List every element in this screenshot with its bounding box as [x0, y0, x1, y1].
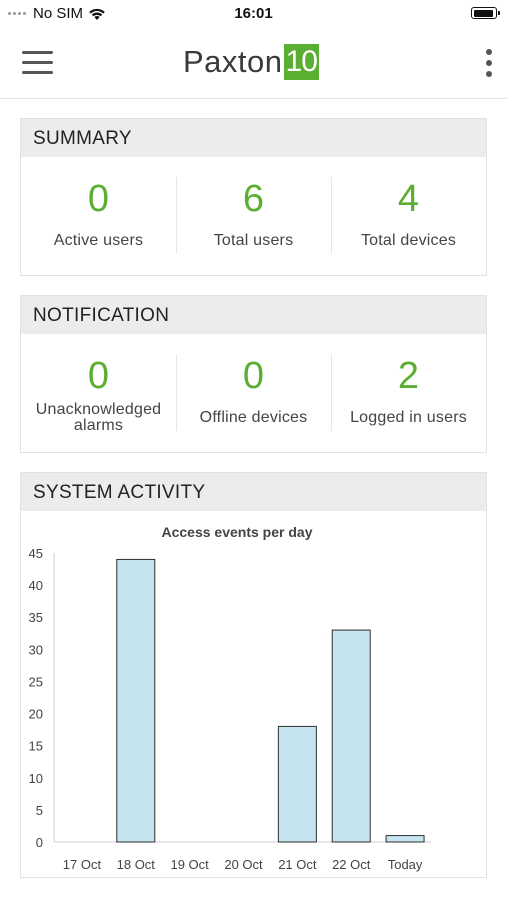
x-tick-label: 18 Oct [117, 857, 156, 872]
stat-value: 4 [397, 178, 420, 220]
stat-label: Logged in users [350, 409, 467, 426]
stat-value: 0 [242, 355, 265, 397]
y-tick-label: 30 [29, 642, 43, 657]
paxton-logo: Paxton 10 [183, 44, 319, 80]
stat-active-users[interactable]: 0 Active users [21, 157, 176, 274]
chart-title: Access events per day [162, 524, 313, 540]
stat-label: Offline devices [199, 409, 308, 426]
bar [331, 629, 371, 843]
stat-value: 2 [397, 355, 420, 397]
logo-text: Paxton [183, 44, 283, 79]
system-activity-card: SYSTEM ACTIVITY Access events per day 0 5 1… [20, 472, 487, 878]
stat-unacknowledged-alarms[interactable]: 0 Unacknowledged alarms [21, 334, 176, 451]
y-tick-label: 25 [29, 674, 43, 689]
menu-button[interactable] [22, 50, 54, 76]
stat-value: 0 [87, 355, 110, 397]
stat-label: Unacknowledged alarms [35, 401, 162, 434]
kebab-icon-dot [486, 49, 492, 55]
system-activity-title: SYSTEM ACTIVITY [21, 473, 486, 511]
stat-offline-devices[interactable]: 0 Offline devices [176, 334, 331, 451]
x-tick-label: 21 Oct [278, 857, 317, 872]
access-events-chart: Access events per day 0 5 10 15 20 25 30 35 40 45 1… [29, 524, 431, 872]
y-tick-label: 45 [29, 546, 43, 561]
more-options-button[interactable] [485, 48, 493, 78]
status-bar: No SIM 16:01 [0, 0, 507, 28]
bar [385, 835, 425, 843]
battery-icon [471, 7, 500, 19]
notification-title: NOTIFICATION [21, 296, 486, 334]
y-tick-label: 10 [29, 771, 43, 786]
x-tick-label: 19 Oct [170, 857, 209, 872]
stat-total-users[interactable]: 6 Total users [176, 157, 331, 274]
y-tick-label: 15 [29, 739, 43, 754]
bar [116, 558, 156, 843]
summary-title: SUMMARY [21, 119, 486, 157]
x-tick-label: 22 Oct [332, 857, 371, 872]
kebab-icon-dot [486, 60, 492, 66]
summary-card: SUMMARY 0 Active users 6 Total users 4 T… [20, 118, 487, 276]
bar [277, 725, 317, 843]
stat-logged-in-users[interactable]: 2 Logged in users [331, 334, 486, 451]
y-tick-label: 35 [29, 610, 43, 625]
app-header: Paxton 10 [0, 28, 507, 99]
y-tick-label: 20 [29, 707, 43, 722]
summary-stats: 0 Active users 6 Total users 4 Total dev… [21, 157, 486, 274]
x-tick-label: 17 Oct [63, 857, 102, 872]
logo-badge: 10 [283, 44, 319, 80]
y-tick-label: 0 [36, 835, 43, 850]
hamburger-icon-line [22, 71, 53, 74]
stat-value: 6 [242, 178, 265, 220]
stat-value: 0 [87, 178, 110, 220]
notification-card: NOTIFICATION 0 Unacknowledged alarms 0 O… [20, 295, 487, 453]
hamburger-icon-line [22, 51, 53, 54]
stat-total-devices[interactable]: 4 Total devices [331, 157, 486, 274]
y-tick-label: 40 [29, 578, 43, 593]
x-tick-label: 20 Oct [224, 857, 263, 872]
notification-stats: 0 Unacknowledged alarms 0 Offline device… [21, 334, 486, 451]
stat-label: Active users [53, 232, 144, 249]
stat-label: Total users [213, 232, 294, 249]
y-tick-label: 5 [36, 803, 43, 818]
hamburger-icon-line [22, 61, 53, 64]
x-tick-label: Today [388, 857, 423, 872]
stat-label: Total devices [360, 232, 457, 249]
kebab-icon-dot [486, 71, 492, 77]
clock: 16:01 [234, 5, 273, 22]
